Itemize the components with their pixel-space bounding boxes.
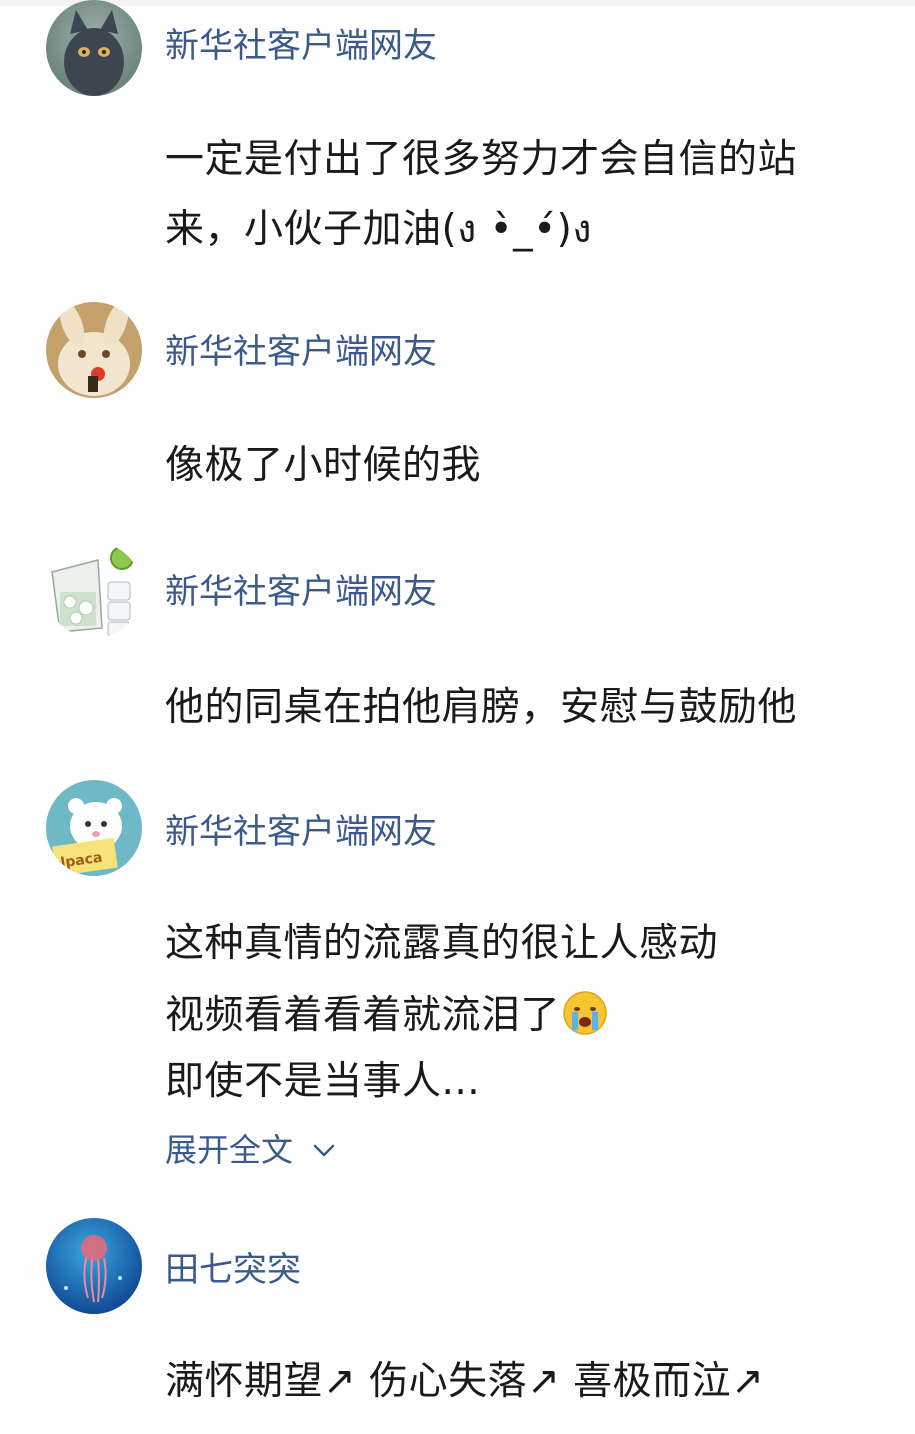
comment-text-line: 这种真情的流露真的很让人感动 (165, 921, 719, 966)
comment-text: 视频看着看着就流泪了 (165, 993, 561, 1038)
rabbit-avatar-icon[interactable] (46, 302, 142, 398)
comment-text-line-with-emoji: 视频看着看着就流泪了 (165, 990, 608, 1040)
jellyfish-avatar-icon[interactable] (46, 1218, 142, 1314)
comment-username[interactable]: 新华社客户端网友 (165, 572, 437, 612)
expand-label: 展开全文 (165, 1131, 294, 1169)
top-edge-divider (0, 0, 915, 6)
comment-username[interactable]: 新华社客户端网友 (165, 812, 437, 852)
comment-username[interactable]: 田七突突 (165, 1250, 301, 1290)
comment-username[interactable]: 新华社客户端网友 (165, 26, 437, 66)
cat-avatar-icon[interactable] (46, 0, 142, 96)
comment-text-line: 他的同桌在拍他肩膀，安慰与鼓励他 (165, 685, 798, 730)
crying-face-emoji (563, 991, 607, 1035)
comment-text-line: 来，小伙子加油(ง •̀_•́)ง (165, 207, 592, 252)
alpaca-avatar-icon[interactable]: lpaca (46, 780, 142, 876)
comment-text-line: 像极了小时候的我 (165, 443, 482, 488)
cocktail-glass-avatar-icon[interactable] (46, 542, 142, 638)
chevron-down-icon (313, 1144, 335, 1157)
comment-text-line: 一定是付出了很多努力才会自信的站 (165, 137, 798, 182)
comment-text-line: 满怀期望↗ 伤心失落↗ 喜极而泣↗ (165, 1359, 765, 1404)
comment-username[interactable]: 新华社客户端网友 (165, 332, 437, 372)
comment-text-line: 即使不是当事人... (165, 1059, 481, 1104)
expand-full-text-link[interactable]: 展开全文 (165, 1130, 337, 1170)
